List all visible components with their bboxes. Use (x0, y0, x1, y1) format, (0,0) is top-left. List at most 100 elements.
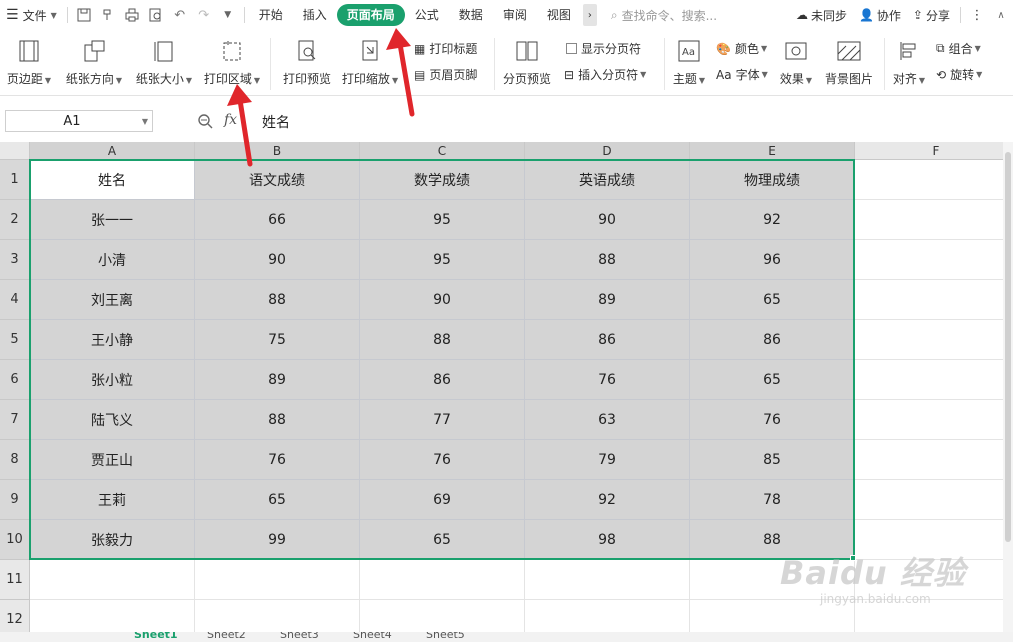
tab-home[interactable]: 开始 (249, 4, 293, 26)
column-header-d[interactable]: D (525, 142, 690, 160)
share-button[interactable]: ⇪ 分享 (907, 0, 956, 30)
empty-cell[interactable] (30, 560, 195, 600)
paper-size-button[interactable]: 纸张大小 ▼ (134, 36, 194, 87)
row-header[interactable]: 4 (0, 280, 30, 320)
colors-button[interactable]: 🎨 颜色 ▼ (716, 40, 767, 57)
table-cell[interactable]: 65 (195, 480, 360, 520)
sync-button[interactable]: ☁ 未同步 (790, 0, 853, 30)
show-page-breaks-checkbox[interactable]: 显示分页符 (566, 40, 641, 57)
vertical-scrollbar[interactable] (1003, 142, 1013, 632)
table-cell[interactable]: 76 (525, 360, 690, 400)
table-cell[interactable]: 张一一 (30, 200, 195, 240)
print-titles-button[interactable]: ▦ 打印标题 (414, 40, 477, 57)
undo-icon[interactable]: ↶ (169, 4, 191, 26)
more-options-icon[interactable]: ⋮ (966, 4, 988, 26)
table-cell[interactable]: 88 (195, 280, 360, 320)
fill-handle[interactable] (850, 555, 856, 561)
table-cell[interactable]: 76 (360, 440, 525, 480)
table-cell[interactable]: 99 (195, 520, 360, 560)
table-cell[interactable]: 88 (195, 400, 360, 440)
table-cell[interactable]: 79 (525, 440, 690, 480)
column-header-c[interactable]: C (360, 142, 525, 160)
table-cell[interactable]: 90 (360, 280, 525, 320)
empty-cell[interactable] (855, 440, 1003, 480)
table-cell[interactable]: 66 (195, 200, 360, 240)
table-cell[interactable]: 86 (360, 360, 525, 400)
row-header[interactable]: 1 (0, 160, 30, 200)
table-cell[interactable]: 刘王离 (30, 280, 195, 320)
table-cell[interactable]: 95 (360, 200, 525, 240)
sheet-tab-4[interactable]: Sheet4 (353, 632, 392, 642)
tab-page-layout[interactable]: 页面布局 (336, 4, 405, 26)
table-cell[interactable]: 65 (690, 360, 855, 400)
scroll-thumb[interactable] (1005, 152, 1011, 542)
collaborate-button[interactable]: 👤 协作 (853, 0, 907, 30)
table-cell[interactable]: 95 (360, 240, 525, 280)
more-tabs-button[interactable]: › (582, 4, 597, 26)
table-cell[interactable]: 92 (690, 200, 855, 240)
row-header[interactable]: 5 (0, 320, 30, 360)
sheet-tab-2[interactable]: Sheet2 (207, 632, 246, 642)
tab-insert[interactable]: 插入 (293, 4, 337, 26)
active-cell[interactable]: 姓名 (30, 160, 195, 200)
empty-cell[interactable] (855, 400, 1003, 440)
header-cell[interactable]: 英语成绩 (525, 160, 690, 200)
file-menu[interactable]: ☰ 文件 ▼ (0, 0, 63, 30)
table-cell[interactable]: 张毅力 (30, 520, 195, 560)
fx-icon[interactable]: fx (224, 112, 237, 128)
table-cell[interactable]: 90 (525, 200, 690, 240)
table-cell[interactable]: 76 (690, 400, 855, 440)
page-break-preview-button[interactable]: 分页预览 (502, 36, 552, 87)
table-cell[interactable]: 89 (195, 360, 360, 400)
theme-button[interactable]: Aa 主题 ▼ (672, 36, 706, 87)
empty-cell[interactable] (855, 280, 1003, 320)
header-cell[interactable]: 数学成绩 (360, 160, 525, 200)
table-cell[interactable]: 88 (525, 240, 690, 280)
effects-button[interactable]: 效果 ▼ (776, 36, 816, 87)
row-header[interactable]: 8 (0, 440, 30, 480)
empty-cell[interactable] (855, 520, 1003, 560)
column-header-e[interactable]: E (690, 142, 855, 160)
customize-toolbar-icon[interactable]: ▼ (217, 4, 239, 26)
zoom-icon[interactable] (197, 113, 213, 132)
collapse-ribbon-icon[interactable]: ∧ (990, 4, 1012, 26)
column-header-a[interactable]: A (30, 142, 195, 160)
insert-page-break-button[interactable]: ⊟ 插入分页符 ▼ (564, 66, 646, 83)
name-box[interactable]: A1 ▼ (5, 110, 153, 132)
table-cell[interactable]: 90 (195, 240, 360, 280)
table-cell[interactable]: 98 (525, 520, 690, 560)
table-cell[interactable]: 92 (525, 480, 690, 520)
print-preview-button[interactable]: 打印预览 (280, 36, 334, 87)
table-cell[interactable]: 77 (360, 400, 525, 440)
tab-review[interactable]: 审阅 (493, 4, 537, 26)
header-cell[interactable]: 语文成绩 (195, 160, 360, 200)
tab-formulas[interactable]: 公式 (405, 4, 449, 26)
row-header[interactable]: 6 (0, 360, 30, 400)
table-cell[interactable]: 86 (690, 320, 855, 360)
background-image-button[interactable]: 背景图片 (822, 36, 876, 87)
row-header[interactable]: 9 (0, 480, 30, 520)
search-command-input[interactable]: ⌕ 查找命令、搜索... (611, 7, 717, 24)
redo-icon[interactable]: ↷ (193, 4, 215, 26)
table-cell[interactable]: 88 (690, 520, 855, 560)
table-cell[interactable]: 76 (195, 440, 360, 480)
table-cell[interactable]: 张小粒 (30, 360, 195, 400)
table-cell[interactable]: 陆飞义 (30, 400, 195, 440)
empty-cell[interactable] (690, 560, 855, 600)
fonts-button[interactable]: Aa 字体 ▼ (716, 66, 768, 83)
table-cell[interactable]: 贾正山 (30, 440, 195, 480)
print-preview-icon[interactable] (145, 4, 167, 26)
row-header[interactable]: 7 (0, 400, 30, 440)
table-cell[interactable]: 86 (525, 320, 690, 360)
empty-cell[interactable] (360, 560, 525, 600)
tab-view[interactable]: 视图 (537, 4, 581, 26)
table-cell[interactable]: 85 (690, 440, 855, 480)
header-footer-button[interactable]: ▤ 页眉页脚 (414, 66, 477, 83)
table-cell[interactable]: 65 (690, 280, 855, 320)
table-cell[interactable]: 89 (525, 280, 690, 320)
table-cell[interactable]: 小清 (30, 240, 195, 280)
column-header-b[interactable]: B (195, 142, 360, 160)
empty-cell[interactable] (855, 360, 1003, 400)
row-header[interactable]: 3 (0, 240, 30, 280)
align-button[interactable]: 对齐 ▼ (892, 36, 926, 87)
